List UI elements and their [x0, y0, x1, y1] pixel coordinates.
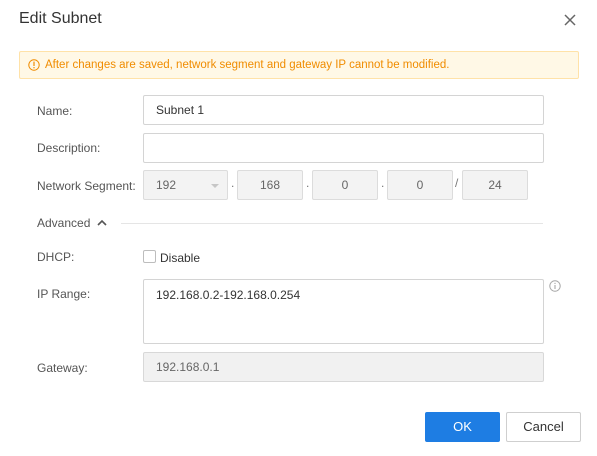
advanced-toggle-label[interactable]: Advanced	[37, 216, 90, 230]
segment-octet1-select[interactable]: 192	[143, 170, 228, 200]
dhcp-disable-checkbox[interactable]	[143, 250, 156, 263]
info-circle-icon	[28, 59, 40, 71]
description-field[interactable]	[143, 133, 544, 163]
chevron-down-icon	[211, 184, 219, 188]
segment-octet4-field[interactable]: 0	[387, 170, 453, 200]
segment-octet3-field[interactable]: 0	[312, 170, 378, 200]
segment-dot: .	[381, 176, 385, 190]
segment-slash: /	[455, 176, 459, 190]
gateway-label: Gateway:	[37, 361, 88, 375]
segment-mask-field[interactable]: 24	[462, 170, 528, 200]
dialog-title: Edit Subnet	[19, 10, 102, 27]
description-label: Description:	[37, 141, 101, 155]
name-field[interactable]: Subnet 1	[143, 95, 544, 125]
ip-range-value: 192.168.0.2-192.168.0.254	[156, 288, 301, 302]
cancel-button[interactable]: Cancel	[506, 412, 581, 442]
close-icon[interactable]	[561, 11, 579, 29]
warning-text: After changes are saved, network segment…	[45, 59, 450, 71]
chevron-up-icon[interactable]	[97, 219, 107, 227]
info-icon[interactable]	[549, 280, 561, 292]
dhcp-label: DHCP:	[37, 250, 75, 264]
gateway-value: 192.168.0.1	[156, 360, 220, 374]
network-segment-label: Network Segment:	[37, 179, 136, 193]
segment-octet2-field[interactable]: 168	[237, 170, 303, 200]
ip-range-label: IP Range:	[37, 287, 91, 301]
segment-dot: .	[231, 176, 235, 190]
gateway-field: 192.168.0.1	[143, 352, 544, 382]
advanced-divider	[121, 223, 543, 224]
name-label: Name:	[37, 104, 73, 118]
name-value: Subnet 1	[156, 103, 205, 117]
warning-banner: After changes are saved, network segment…	[19, 51, 579, 79]
segment-octet1-value: 192	[156, 178, 177, 192]
ok-button[interactable]: OK	[425, 412, 500, 442]
segment-dot: .	[306, 176, 310, 190]
dhcp-disable-label[interactable]: Disable	[160, 251, 200, 265]
ip-range-textarea[interactable]: 192.168.0.2-192.168.0.254	[143, 279, 544, 344]
edit-subnet-dialog: Edit Subnet After changes are saved, net…	[0, 0, 597, 456]
